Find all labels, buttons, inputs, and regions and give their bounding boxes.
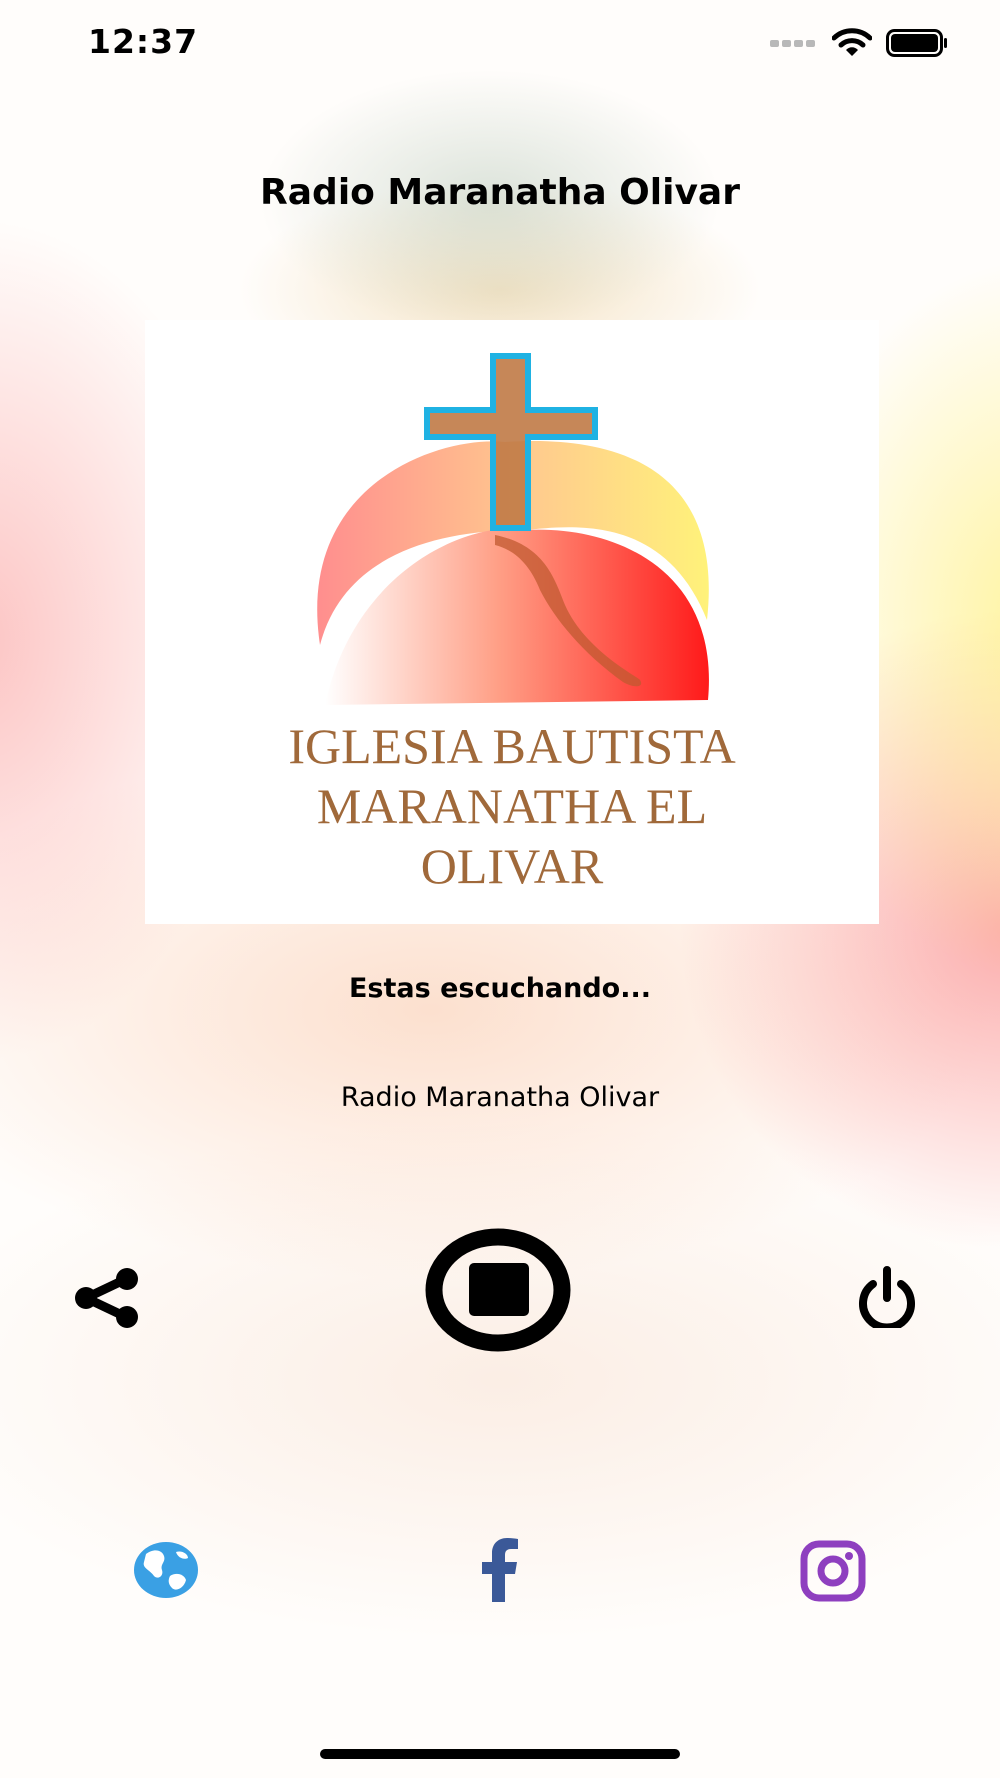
page-title: Radio Maranatha Olivar [260, 172, 740, 213]
website-button[interactable] [132, 1540, 200, 1600]
now-playing-label: Estas escuchando... [348, 973, 652, 1004]
now-playing-station: Radio Maranatha Olivar [340, 1082, 660, 1113]
status-bar: 12:37 [0, 0, 1000, 90]
logo-text-line-3: OLIVAR [421, 838, 604, 894]
home-indicator[interactable] [320, 1749, 680, 1759]
wifi-icon [832, 28, 872, 56]
instagram-icon [800, 1540, 866, 1602]
power-icon [859, 1266, 915, 1328]
instagram-button[interactable] [800, 1540, 866, 1602]
stop-button[interactable] [424, 1228, 572, 1352]
station-artwork: IGLESIA BAUTISTA MARANATHA EL OLIVAR [145, 320, 879, 924]
facebook-icon [482, 1538, 518, 1602]
globe-icon [134, 1542, 198, 1598]
status-time: 12:37 [88, 22, 199, 61]
church-logo: IGLESIA BAUTISTA MARANATHA EL OLIVAR [288, 353, 736, 894]
signal-icon [770, 40, 815, 47]
share-button[interactable] [72, 1268, 142, 1328]
facebook-button[interactable] [478, 1538, 522, 1602]
stop-icon [425, 1228, 571, 1352]
battery-icon [886, 29, 947, 57]
share-icon [75, 1268, 138, 1328]
status-icons [770, 28, 948, 58]
power-button[interactable] [852, 1262, 922, 1328]
logo-text-line-1: IGLESIA BAUTISTA [288, 718, 735, 774]
logo-text-line-2: MARANATHA EL [317, 778, 707, 834]
